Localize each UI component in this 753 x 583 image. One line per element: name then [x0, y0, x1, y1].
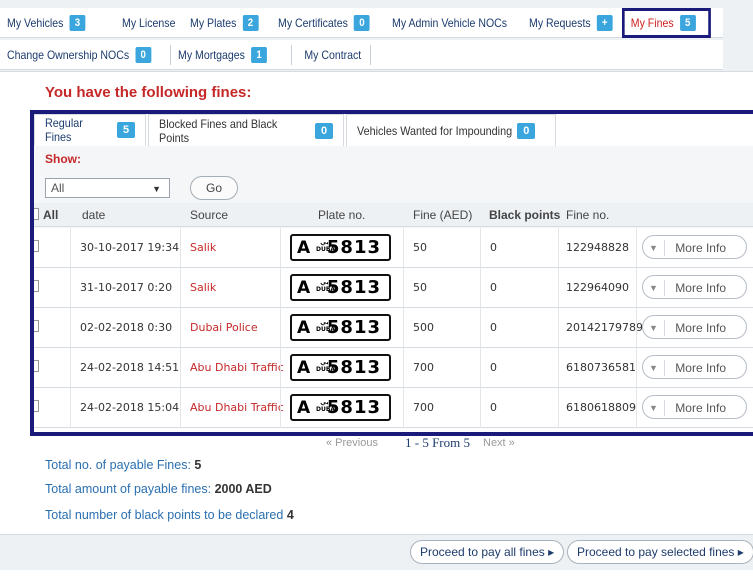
tab-my-admin-vehicle-nocs[interactable]: My Admin Vehicle NOCs	[385, 9, 507, 37]
count-badge: 3	[69, 14, 86, 31]
total-fines: Total no. of payable Fines: 5	[45, 458, 201, 472]
count-badge: 1	[251, 46, 267, 63]
total-points-value: 4	[286, 508, 294, 522]
tab-change-ownership-nocs[interactable]: Change Ownership NOCs 0	[0, 41, 152, 69]
tab-my-contract[interactable]: My Contract	[292, 41, 361, 69]
total-amount: Total amount of payable fines: 2000 AED	[45, 482, 272, 496]
tab-label: Change Ownership NOCs	[7, 47, 130, 62]
tab-label: My Admin Vehicle NOCs	[391, 15, 507, 30]
total-black-points: Total number of black points to be decla…	[45, 508, 294, 522]
tab-label: My Plates	[189, 15, 237, 30]
count-badge: 2	[242, 14, 259, 31]
tab-my-fines[interactable]: My Fines 5	[621, 7, 711, 38]
tab-label: My Requests	[528, 15, 591, 30]
count-badge: 0	[353, 14, 370, 31]
tab-label: My Fines	[630, 15, 674, 30]
top-navigation: My Vehicles 3 My License My Plates 2 My Ce…	[0, 0, 753, 72]
total-amount-value: 2000 AED	[214, 482, 272, 496]
tab-row-1: My Vehicles 3 My License My Plates 2 My Ce…	[0, 7, 723, 38]
total-amount-label: Total amount of payable fines:	[45, 482, 212, 496]
tab-divider	[370, 44, 371, 65]
pay-selected-fines-button[interactable]: Proceed to pay selected fines ▸	[567, 540, 753, 564]
total-fines-value: 5	[194, 458, 202, 472]
tab-my-license[interactable]: My License	[115, 9, 175, 37]
tab-label: My Mortgages	[178, 47, 245, 62]
page-heading: You have the following fines:	[45, 84, 252, 101]
tab-my-vehicles[interactable]: My Vehicles 3	[0, 9, 101, 37]
page-info: 1 - 5 From 5	[405, 435, 470, 450]
highlight-frame	[30, 110, 753, 436]
next-page-link[interactable]: Next »	[483, 437, 515, 449]
tab-label: My License	[121, 15, 176, 30]
tab-my-certificates[interactable]: My Certificates 0	[271, 9, 371, 37]
tab-label: My Certificates	[277, 15, 348, 30]
tab-label: My Contract	[304, 47, 362, 62]
tab-row-2: Change Ownership NOCs 0 My Mortgages 1 My …	[0, 40, 723, 70]
total-fines-label: Total no. of payable Fines:	[45, 458, 191, 472]
count-badge: 0	[135, 46, 152, 63]
previous-page-link[interactable]: « Previous	[326, 437, 378, 449]
tab-my-plates[interactable]: My Plates 2	[183, 9, 260, 37]
count-badge: 5	[679, 14, 696, 31]
tab-label: My Vehicles	[7, 15, 64, 30]
tab-my-requests[interactable]: My Requests +	[522, 9, 613, 37]
total-points-label: Total number of black points to be decla…	[45, 508, 284, 522]
pay-all-fines-button[interactable]: Proceed to pay all fines ▸	[410, 540, 565, 564]
add-request-icon[interactable]: +	[596, 14, 613, 31]
tab-my-mortgages[interactable]: My Mortgages 1	[171, 41, 277, 69]
